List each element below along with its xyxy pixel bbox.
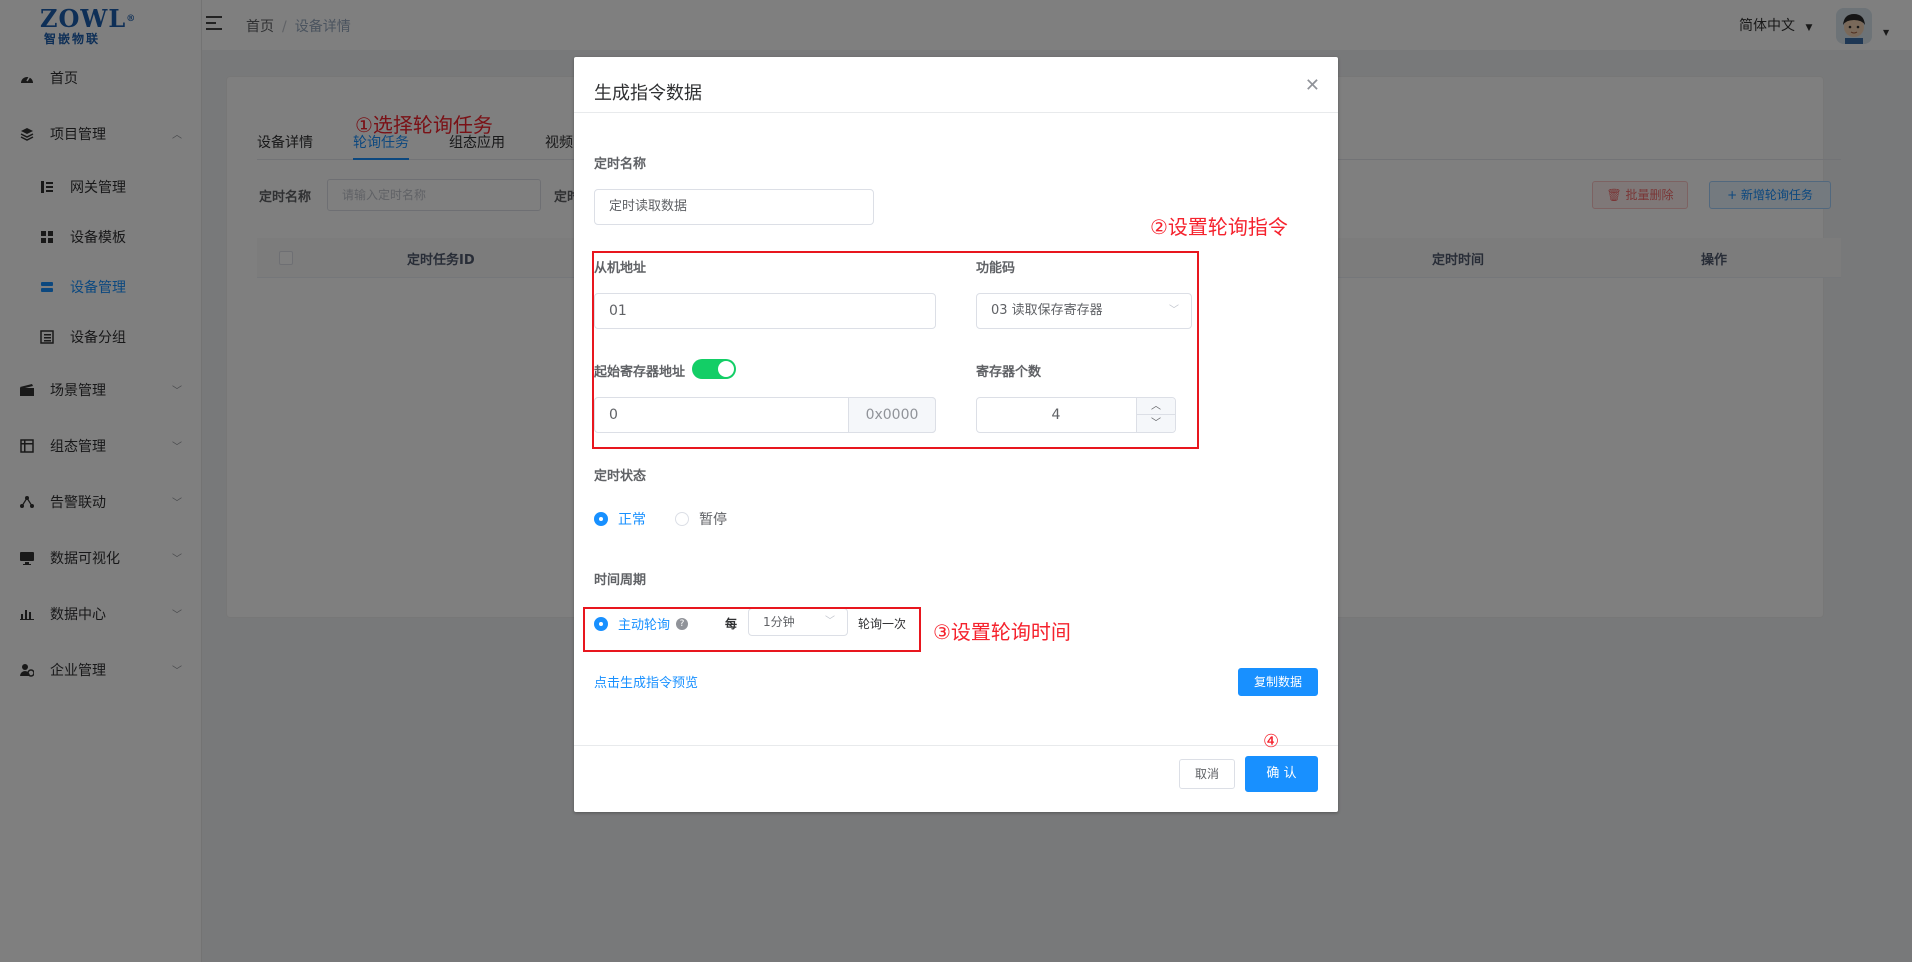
copy-data-button[interactable]: 复制数据	[1238, 668, 1318, 696]
close-icon[interactable]: ✕	[1305, 75, 1320, 96]
timer-status-label: 定时状态	[594, 469, 647, 484]
annotation-step3: ③设置轮询时间	[933, 620, 1071, 644]
cancel-button[interactable]: 取消	[1179, 759, 1235, 789]
status-normal-radio[interactable]: 正常	[594, 509, 646, 529]
time-period-label: 时间周期	[594, 573, 647, 588]
dialog-header-divider	[574, 112, 1338, 113]
annotation-step2: ②设置轮询指令	[1150, 215, 1288, 239]
timer-name-label: 定时名称	[594, 157, 647, 172]
radio-label: 正常	[618, 512, 646, 528]
timer-name-input[interactable]: 定时读取数据	[594, 189, 874, 225]
dialog-footer-divider	[574, 745, 1338, 746]
annotation-step4: ④	[1263, 731, 1280, 752]
radio-label: 暂停	[699, 512, 727, 528]
status-paused-radio[interactable]: 暂停	[675, 509, 727, 529]
annotation-box-period	[583, 607, 921, 652]
confirm-button[interactable]: 确 认	[1245, 756, 1318, 792]
generate-preview-link[interactable]: 点击生成指令预览	[594, 672, 698, 691]
dialog-title: 生成指令数据	[594, 83, 702, 104]
annotation-box-command	[592, 251, 1199, 449]
